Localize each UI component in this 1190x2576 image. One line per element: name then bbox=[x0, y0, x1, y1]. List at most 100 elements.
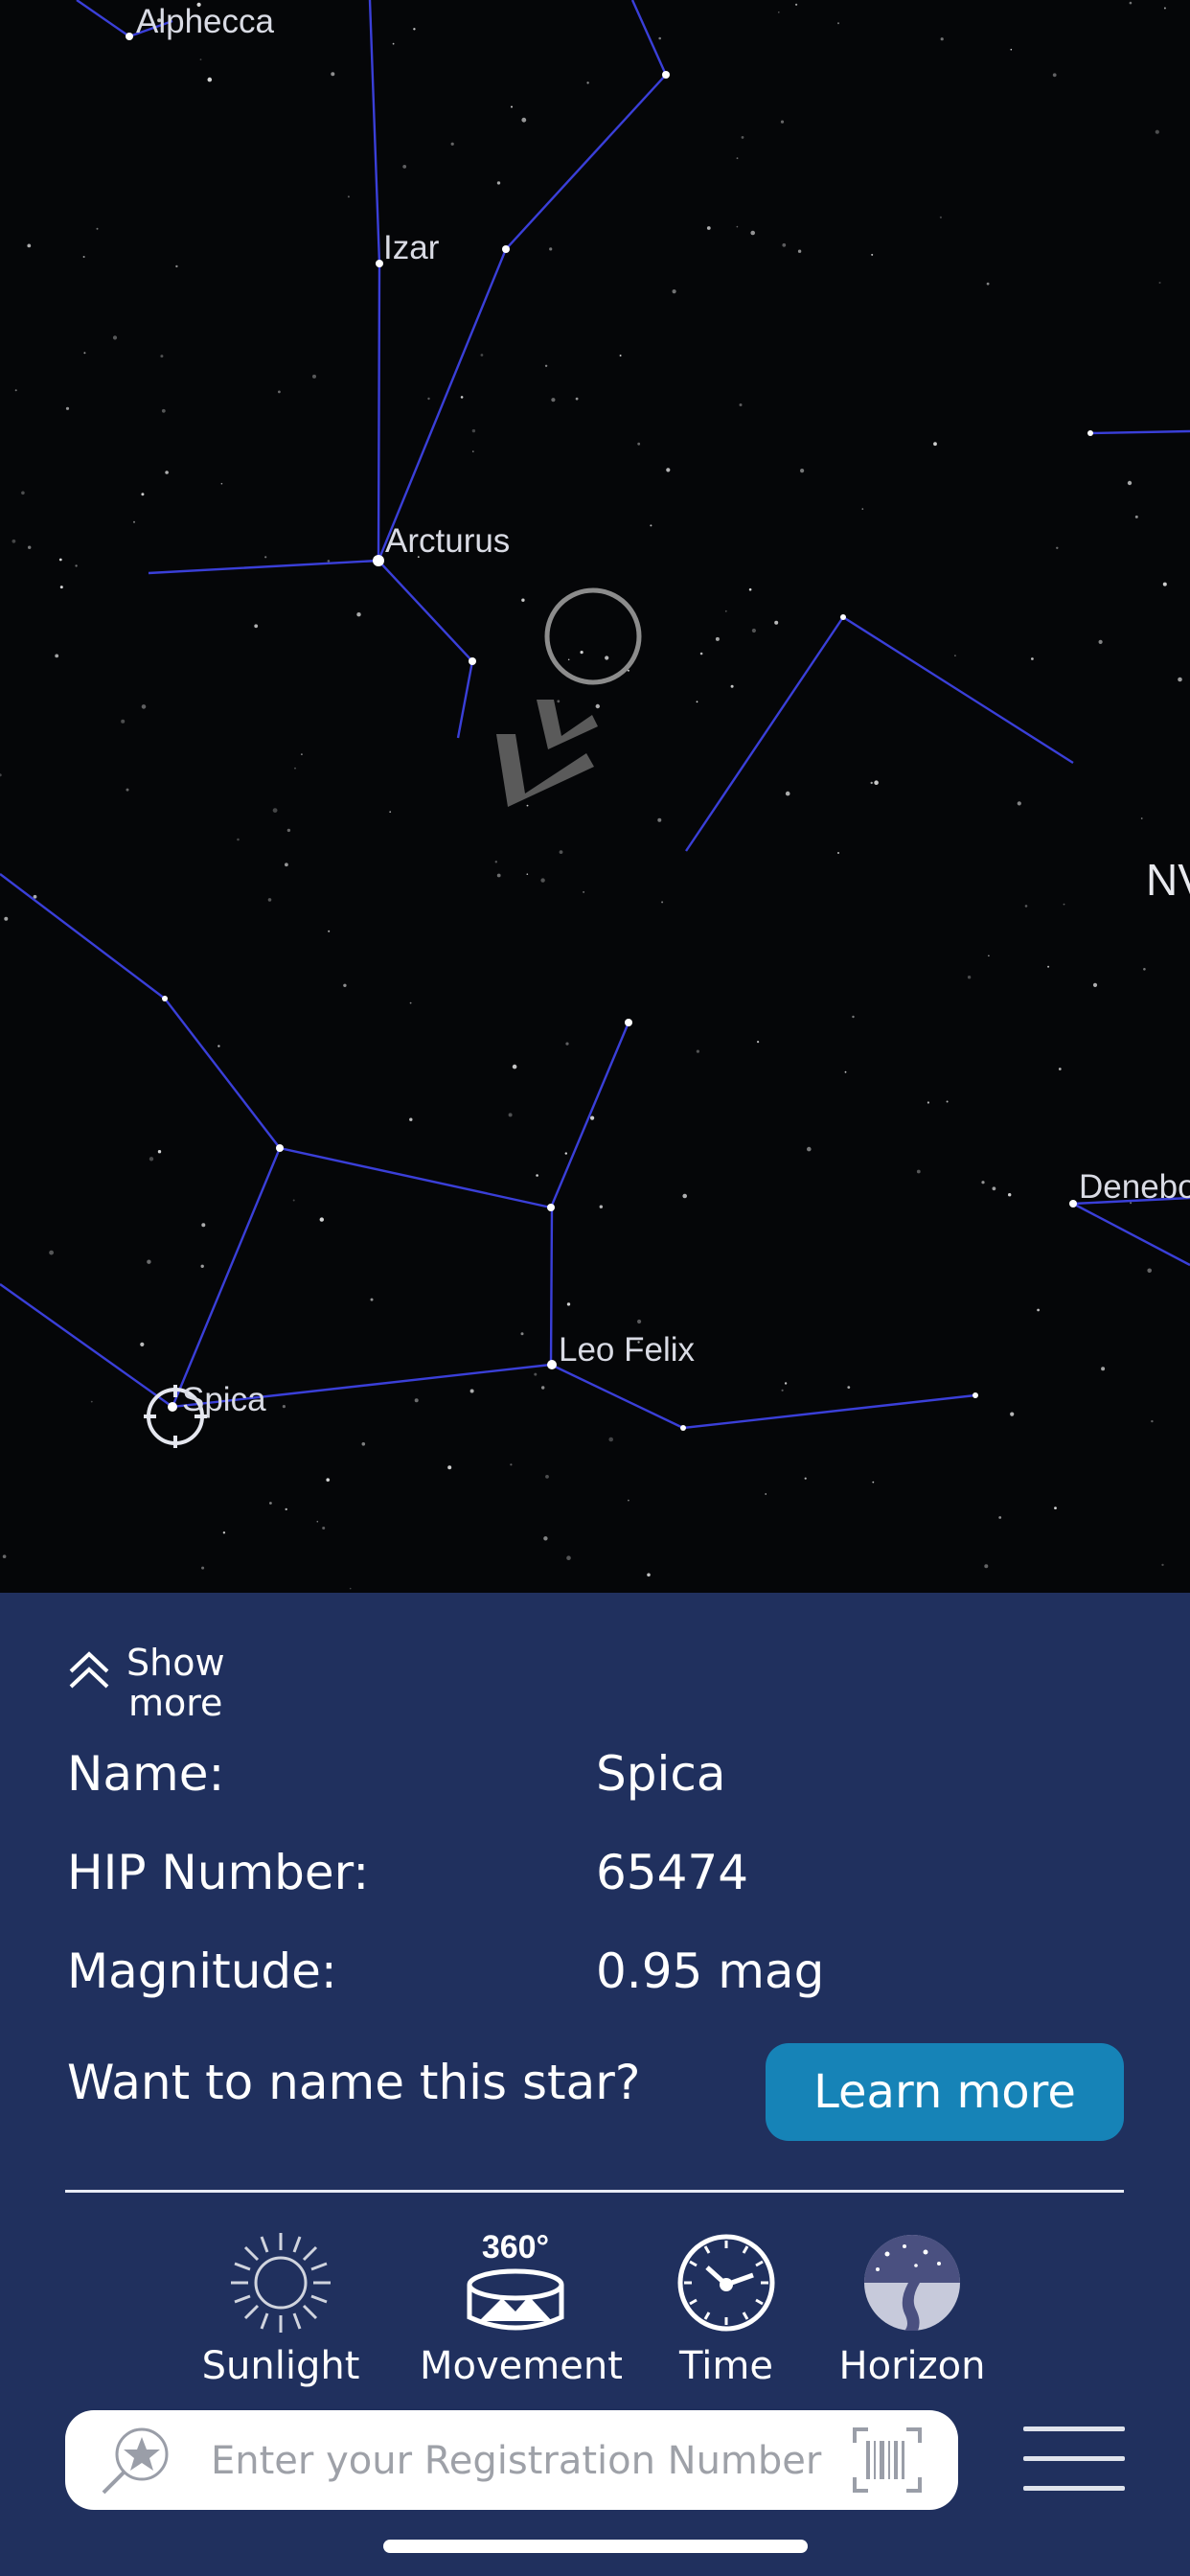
compass-direction: NV bbox=[1146, 855, 1190, 905]
detail-label: Name: bbox=[67, 1746, 225, 1802]
background-star bbox=[1063, 903, 1065, 906]
show-more-label: Show more bbox=[126, 1642, 225, 1724]
background-star bbox=[409, 1117, 413, 1121]
background-star bbox=[207, 77, 213, 82]
background-star bbox=[545, 1475, 549, 1479]
background-star bbox=[201, 1223, 206, 1228]
background-star bbox=[133, 520, 135, 523]
star-leo-felix bbox=[547, 1360, 557, 1369]
background-star bbox=[1147, 1268, 1152, 1274]
background-star bbox=[986, 282, 990, 286]
clock-icon bbox=[677, 2234, 775, 2332]
home-indicator[interactable] bbox=[383, 2540, 808, 2553]
background-star bbox=[126, 788, 129, 792]
background-star bbox=[844, 1070, 847, 1073]
background-star bbox=[696, 1049, 700, 1053]
background-star bbox=[933, 442, 937, 447]
tool-sunlight[interactable]: Sunlight bbox=[185, 2225, 377, 2388]
detail-value: Spica bbox=[596, 1746, 726, 1802]
hamburger-menu-icon[interactable] bbox=[1023, 2426, 1125, 2494]
background-star bbox=[666, 468, 671, 472]
label-spica: Spica bbox=[182, 1381, 266, 1418]
background-star bbox=[58, 558, 62, 562]
background-star bbox=[954, 655, 956, 656]
background-star bbox=[992, 1186, 996, 1191]
background-star bbox=[861, 508, 864, 510]
registration-search-bar[interactable] bbox=[65, 2410, 958, 2510]
background-star bbox=[872, 1481, 875, 1484]
background-star bbox=[469, 1389, 474, 1393]
star-info-panel: Show more Name: Spica HIP Number: 65474 … bbox=[0, 1593, 1190, 2576]
svg-text:360°: 360° bbox=[482, 2229, 549, 2266]
background-star bbox=[750, 230, 755, 236]
background-star bbox=[544, 364, 548, 367]
background-star bbox=[590, 1116, 595, 1120]
background-star bbox=[696, 701, 698, 703]
background-star bbox=[575, 397, 579, 401]
background-star bbox=[564, 1152, 567, 1155]
background-star bbox=[647, 1573, 651, 1577]
background-star bbox=[736, 157, 739, 160]
background-star bbox=[800, 469, 805, 473]
tool-movement[interactable]: 360° Movement bbox=[420, 2225, 623, 2388]
background-star bbox=[916, 1169, 921, 1174]
background-star bbox=[780, 120, 785, 124]
background-star bbox=[1143, 968, 1146, 971]
show-more-button[interactable]: Show more bbox=[65, 1643, 225, 1723]
background-star bbox=[1178, 677, 1182, 682]
background-star bbox=[21, 491, 25, 495]
double-chevron-up-icon bbox=[69, 1651, 109, 1689]
background-star bbox=[286, 828, 291, 833]
background-star bbox=[141, 704, 147, 709]
background-star bbox=[1140, 817, 1143, 819]
background-star bbox=[272, 808, 278, 813]
background-star bbox=[658, 36, 661, 40]
background-star bbox=[496, 181, 501, 185]
background-star bbox=[508, 1113, 513, 1117]
background-star bbox=[682, 1193, 687, 1199]
tool-time[interactable]: Time bbox=[630, 2225, 822, 2388]
background-star bbox=[200, 1264, 204, 1269]
background-star bbox=[14, 389, 17, 392]
background-star bbox=[157, 1150, 162, 1154]
background-star bbox=[871, 253, 874, 256]
sky-map[interactable]: Alphecca Izar Arcturus Leo Felix Spica D… bbox=[0, 0, 1190, 1593]
background-star bbox=[447, 1465, 452, 1470]
background-star bbox=[510, 1463, 513, 1466]
registration-number-input[interactable] bbox=[209, 2427, 883, 2495]
barcode-scan-icon[interactable] bbox=[853, 2427, 922, 2493]
background-star bbox=[316, 1520, 319, 1523]
background-star bbox=[730, 684, 734, 688]
background-star bbox=[82, 256, 85, 258]
tool-horizon[interactable]: Horizon bbox=[816, 2225, 1008, 2388]
background-star bbox=[751, 628, 757, 633]
background-star bbox=[765, 1493, 767, 1495]
background-star bbox=[650, 524, 652, 527]
background-star bbox=[1056, 546, 1059, 549]
background-star bbox=[55, 654, 59, 658]
background-star bbox=[331, 72, 335, 77]
background-star bbox=[998, 1516, 1002, 1519]
background-star bbox=[540, 878, 545, 883]
background-star bbox=[795, 3, 798, 6]
background-star bbox=[724, 610, 727, 612]
background-star bbox=[1010, 48, 1013, 51]
background-star bbox=[96, 227, 99, 230]
background-star bbox=[1058, 1068, 1062, 1070]
background-star bbox=[567, 658, 570, 661]
background-star bbox=[782, 242, 787, 247]
background-star bbox=[1127, 480, 1133, 486]
background-star bbox=[1008, 1193, 1012, 1197]
background-star bbox=[112, 335, 118, 340]
background-star bbox=[939, 216, 943, 218]
background-star bbox=[414, 1398, 419, 1403]
background-star bbox=[774, 620, 779, 625]
background-star bbox=[847, 1386, 851, 1389]
background-star bbox=[549, 247, 553, 251]
background-star bbox=[328, 930, 331, 932]
background-star bbox=[161, 408, 166, 413]
background-star bbox=[1101, 1367, 1106, 1371]
background-star bbox=[1024, 905, 1028, 908]
star-denebo bbox=[1069, 1200, 1077, 1208]
learn-more-button[interactable]: Learn more bbox=[766, 2043, 1124, 2141]
